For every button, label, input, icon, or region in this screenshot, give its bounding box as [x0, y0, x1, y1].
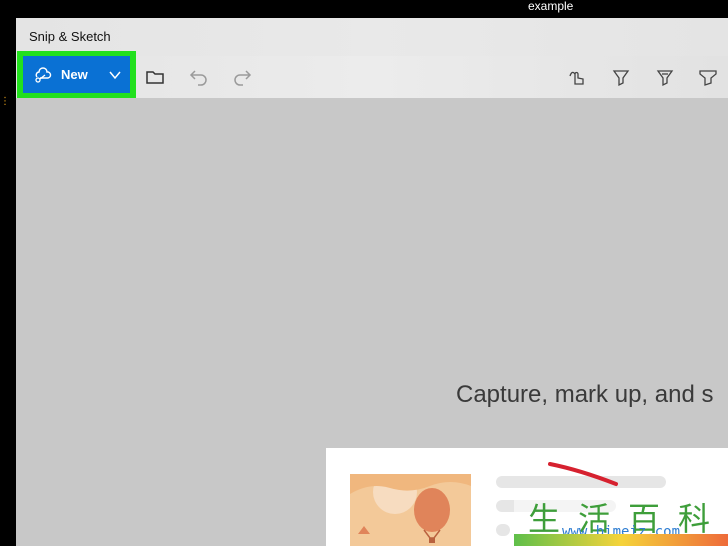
window-title: Snip & Sketch: [29, 29, 111, 44]
main-canvas: Capture, mark up, and s: [16, 98, 728, 546]
watermark: 生活百科 www.bimeiz.com: [514, 490, 728, 546]
touch-writing-icon[interactable]: [567, 66, 589, 88]
folder-icon[interactable]: [144, 66, 166, 88]
pencil-icon[interactable]: [654, 66, 676, 88]
snip-sketch-window: Snip & Sketch New Capture, mark up, and …: [16, 18, 728, 546]
ballpoint-pen-icon[interactable]: [610, 66, 632, 88]
redo-icon[interactable]: [231, 66, 253, 88]
highlighter-icon[interactable]: [697, 66, 719, 88]
new-snip-button[interactable]: New: [23, 56, 130, 93]
new-button-label: New: [61, 67, 88, 82]
chevron-down-icon[interactable]: [108, 68, 122, 82]
preview-dot: [496, 524, 510, 536]
capture-prompt-text: Capture, mark up, and s: [456, 381, 714, 408]
new-button-highlight: New: [17, 51, 136, 98]
watermark-stripe: [514, 534, 728, 546]
snip-icon: [35, 66, 52, 83]
left-edge-marks: ⋮: [0, 96, 10, 107]
undo-icon[interactable]: [188, 66, 210, 88]
top-title-text: example: [528, 0, 574, 13]
annotation-stroke: [548, 462, 618, 486]
preview-illustration: [350, 470, 471, 546]
top-strip: example: [0, 0, 728, 18]
